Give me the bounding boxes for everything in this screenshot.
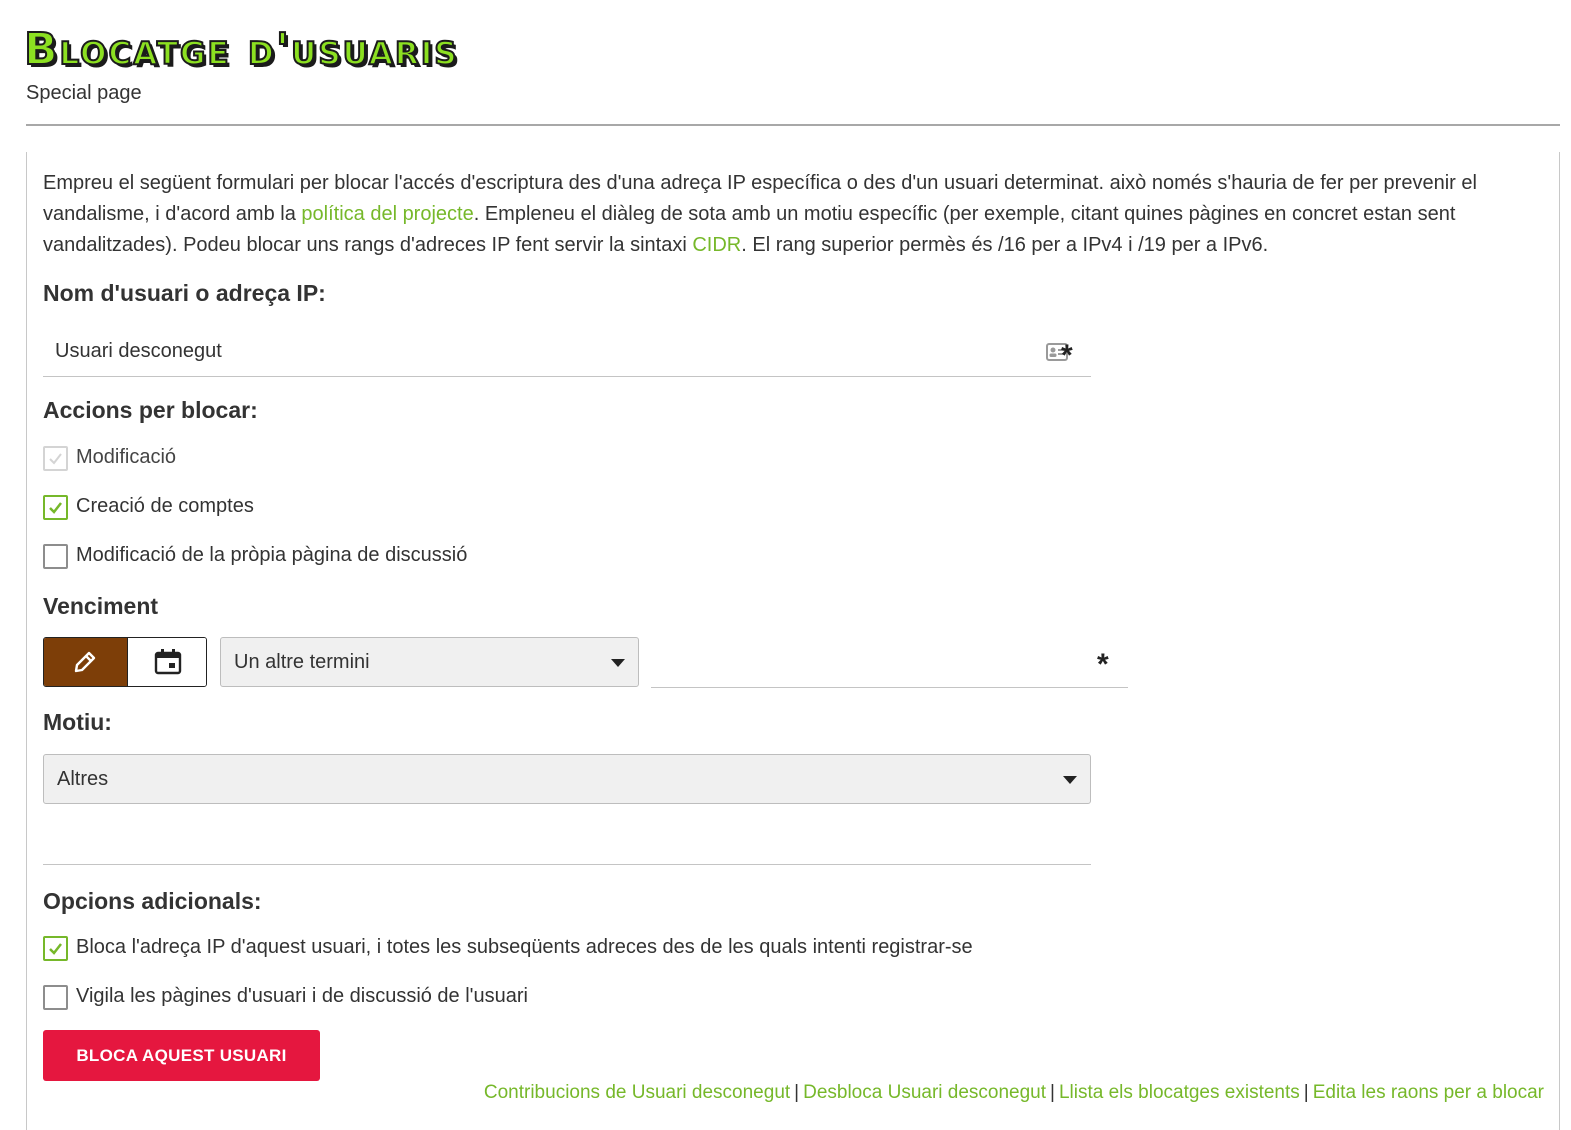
target-input[interactable]: Usuari desconegut *	[43, 328, 1091, 377]
reason-select[interactable]: Altres	[43, 754, 1091, 804]
required-asterisk: *	[1061, 339, 1073, 372]
page-title: Blocatge d'usuaris	[23, 23, 459, 76]
target-input-value: Usuari desconegut	[55, 340, 222, 362]
intro-text-part: . El rang superior permès és /16 per a I…	[741, 234, 1269, 256]
action-account-creation-checkbox[interactable]	[43, 495, 68, 520]
footer-links: Contribucions de Usuari desconegut | Desbl…	[484, 1082, 1544, 1104]
block-user-button[interactable]: BLOCA AQUEST USUARI	[43, 1030, 320, 1081]
cidr-link[interactable]: CIDR	[692, 234, 741, 256]
reason-other-input[interactable]	[43, 814, 1091, 865]
expiry-select-value: Un altre termini	[234, 651, 370, 673]
chevron-down-icon	[1063, 776, 1077, 784]
block-list-link[interactable]: Llista els blocatges existents	[1059, 1082, 1300, 1103]
option-watch-label: Vigila les pàgines d'usuari i de discuss…	[76, 985, 528, 1007]
required-asterisk: *	[1097, 648, 1109, 681]
option-autoblock-label: Bloca l'adreça IP d'aquest usuari, i tot…	[76, 936, 973, 958]
reason-select-value: Altres	[57, 768, 109, 790]
expiry-label: Venciment	[43, 593, 159, 619]
action-edit-label: Modificació	[76, 446, 177, 468]
block-form-container: Empreu el següent formulari per blocar l…	[26, 152, 1560, 1130]
reason-label: Motiu:	[43, 709, 112, 735]
action-own-talk-checkbox[interactable]	[43, 544, 68, 569]
edit-block-reasons-link[interactable]: Edita les raons per a blocar	[1313, 1082, 1544, 1103]
title-divider	[26, 124, 1560, 126]
action-edit-checkbox	[43, 446, 68, 471]
expiry-text-mode-button[interactable]	[44, 638, 127, 686]
options-label: Opcions adicionals:	[43, 888, 262, 914]
expiry-mode-toggle	[43, 637, 207, 687]
expiry-select[interactable]: Un altre termini	[220, 637, 639, 687]
pencil-icon	[74, 651, 96, 673]
intro-text: Empreu el següent formulari per blocar l…	[43, 168, 1538, 261]
target-label: Nom d'usuari o adreça IP:	[43, 280, 326, 306]
footer-separator: |	[1050, 1082, 1055, 1103]
footer-separator: |	[794, 1082, 800, 1103]
chevron-down-icon	[611, 659, 625, 667]
option-watch-checkbox[interactable]	[43, 985, 68, 1010]
action-account-creation-label: Creació de comptes	[76, 495, 254, 517]
action-own-talk-label: Modificació de la pròpia pàgina de discu…	[76, 544, 468, 566]
actions-label: Accions per blocar:	[43, 397, 258, 423]
calendar-icon	[154, 649, 182, 675]
expiry-other-input[interactable]: *	[651, 637, 1128, 688]
contributions-link[interactable]: Contribucions de Usuari desconegut	[484, 1082, 790, 1103]
page-subtitle: Special page	[26, 82, 142, 104]
option-autoblock-checkbox[interactable]	[43, 936, 68, 961]
footer-separator: |	[1303, 1082, 1309, 1103]
unblock-link[interactable]: Desbloca Usuari desconegut	[803, 1082, 1046, 1103]
expiry-date-mode-button[interactable]	[127, 638, 206, 686]
policy-link[interactable]: política del projecte	[301, 203, 473, 225]
